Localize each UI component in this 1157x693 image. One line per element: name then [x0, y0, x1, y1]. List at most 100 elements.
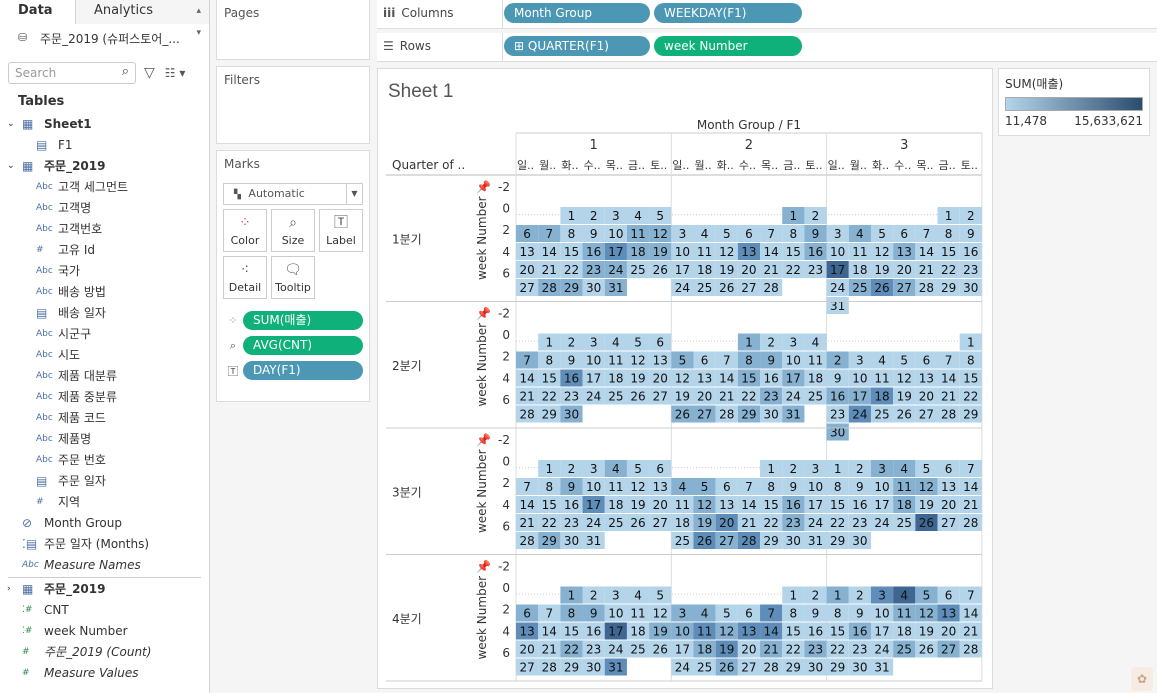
calendar-icon: ▤ [36, 137, 48, 152]
field-item[interactable]: ⊘ Month Group [0, 512, 209, 533]
day-label: 1 [790, 209, 798, 223]
search-input[interactable]: Search ⌕ [8, 62, 136, 84]
legend-max: 15,633,621 [1074, 114, 1143, 128]
pane-scroll-arrows-icon[interactable]: ▴ ▾ [196, 0, 201, 44]
mark-type-dropdown[interactable]: ▚ Automatic ▼ [223, 183, 363, 205]
sum-sales-pill[interactable]: SUM(매출) [243, 311, 363, 330]
chevron-down-icon[interactable]: ⌄ [7, 161, 15, 171]
color-legend[interactable]: SUM(매출) 11,478 15,633,621 [998, 68, 1150, 136]
axis-title: week Number [475, 323, 489, 407]
field-item[interactable]: # 주문_2019 (Count) [0, 641, 209, 662]
day-label: 2 [812, 589, 820, 603]
day-label: 27 [519, 281, 534, 295]
marks-pill-size[interactable]: ⌕ AVG(CNT) [223, 336, 363, 355]
data-pane: Data Analytics ▴ ▾ ⛁ 주문_2019 (슈퍼스토어_... S… [0, 0, 210, 693]
month-group-label: 2 [745, 138, 753, 153]
field-item[interactable]: Abc 국가 [0, 260, 209, 281]
color-button[interactable]: ⁘ Color [223, 209, 267, 252]
field-item[interactable]: Abc 고객 세그먼트 [0, 176, 209, 197]
tab-data[interactable]: Data [0, 0, 76, 24]
weekday-label: 토.. [650, 159, 667, 172]
day-label: 17 [675, 263, 690, 277]
day-label: 13 [519, 625, 534, 639]
size-button[interactable]: ⌕ Size [271, 209, 315, 252]
day-label: 18 [608, 498, 623, 512]
marks-pill-label[interactable]: 🅃 DAY(F1) [223, 361, 363, 380]
axis-tick-label: -2 [498, 180, 510, 194]
search-placeholder: Search [15, 66, 57, 80]
field-label: 지역 [58, 495, 81, 509]
day-label: 11 [852, 245, 867, 259]
day-label: 26 [630, 390, 645, 404]
columns-shelf[interactable]: iii Columns Month Group WEEKDAY(F1) [377, 0, 1157, 29]
avg-cnt-pill[interactable]: AVG(CNT) [243, 336, 363, 355]
corner-logo: ✿ [1131, 667, 1153, 691]
field-item[interactable]: # Measure Values [0, 662, 209, 683]
day-label: 2 [590, 209, 598, 223]
datasource-item[interactable]: ⛁ 주문_2019 (슈퍼스토어_... [0, 24, 209, 52]
month-group-pill[interactable]: Month Group [504, 3, 650, 23]
filter-icon[interactable]: ▽ [144, 65, 155, 81]
filters-card[interactable]: Filters [216, 66, 370, 144]
tooltip-button[interactable]: 🗨 Tooltip [271, 256, 315, 299]
field-item[interactable]: Abc 고객번호 [0, 218, 209, 239]
day-label: 16 [830, 390, 845, 404]
field-item[interactable]: Abc Measure Names [0, 554, 209, 575]
day-label: 16 [808, 625, 823, 639]
label-button[interactable]: 🅃 Label [319, 209, 363, 252]
chevron-right-icon[interactable]: › [7, 584, 11, 594]
field-item[interactable]: ▤ F1 [0, 134, 209, 155]
field-item[interactable]: ⁚# week Number [0, 620, 209, 641]
field-item[interactable]: Abc 제품명 [0, 428, 209, 449]
field-item[interactable]: Abc 배송 방법 [0, 281, 209, 302]
day-label: 10 [874, 607, 889, 621]
field-item[interactable]: # 지역 [0, 491, 209, 512]
day-label: 1 [967, 336, 975, 350]
search-icon[interactable]: ⌕ [122, 64, 129, 79]
day-label: 20 [519, 643, 534, 657]
day-label: 1 [545, 462, 553, 476]
rows-shelf[interactable]: ☰ Rows ⊞ QUARTER(F1) week Number [377, 33, 1157, 62]
field-item[interactable]: › ▦ 주문_2019 [0, 578, 209, 599]
quarter-f1-pill[interactable]: ⊞ QUARTER(F1) [504, 36, 650, 56]
field-item[interactable]: Abc 고객명 [0, 197, 209, 218]
detail-button[interactable]: ⁖ Detail [223, 256, 267, 299]
day-label: 7 [945, 354, 953, 368]
field-item[interactable]: ⌄ ▦ 주문_2019 [0, 155, 209, 176]
field-item[interactable]: ⌄ ▦ Sheet1 [0, 113, 209, 134]
field-item[interactable]: ▤ 배송 일자 [0, 302, 209, 323]
day-label: 7 [723, 354, 731, 368]
week-number-pill[interactable]: week Number [654, 36, 802, 56]
field-item[interactable]: Abc 제품 중분류 [0, 386, 209, 407]
field-item[interactable]: Abc 시도 [0, 344, 209, 365]
day-label: 13 [741, 245, 756, 259]
field-item[interactable]: ⁚# CNT [0, 599, 209, 620]
field-item[interactable]: ▤ 주문 일자 [0, 470, 209, 491]
field-item[interactable]: # 고유 Id [0, 239, 209, 260]
pages-card[interactable]: Pages [216, 0, 370, 60]
string-type-icon: Abc [36, 202, 53, 213]
day-label: 3 [612, 209, 620, 223]
day-label: 30 [852, 661, 867, 675]
string-type-icon: Abc [36, 286, 53, 297]
tab-analytics[interactable]: Analytics ▴ ▾ [76, 0, 209, 38]
day-label: 15 [564, 625, 579, 639]
day-label: 27 [941, 516, 956, 530]
day-label: 12 [675, 372, 690, 386]
day-label: 12 [653, 607, 668, 621]
field-item[interactable]: Abc 시군구 [0, 323, 209, 344]
day-label: 30 [763, 408, 778, 422]
view-options-icon[interactable]: ☷ ▾ [165, 66, 186, 80]
field-item[interactable]: Abc 제품 코드 [0, 407, 209, 428]
field-item[interactable]: Abc 주문 번호 [0, 449, 209, 470]
pin-icon: 📌 [476, 179, 491, 194]
field-item[interactable]: Abc 제품 대분류 [0, 365, 209, 386]
day-label: 19 [675, 390, 690, 404]
day-f1-pill[interactable]: DAY(F1) [243, 361, 363, 380]
field-item[interactable]: ⁚▤ 주문 일자 (Months) [0, 533, 209, 554]
day-label: 3 [878, 462, 886, 476]
day-label: 2 [856, 462, 864, 476]
marks-pill-color[interactable]: ⁘ SUM(매출) [223, 311, 363, 330]
chevron-down-icon[interactable]: ⌄ [7, 119, 15, 129]
weekday-f1-pill[interactable]: WEEKDAY(F1) [654, 3, 802, 23]
